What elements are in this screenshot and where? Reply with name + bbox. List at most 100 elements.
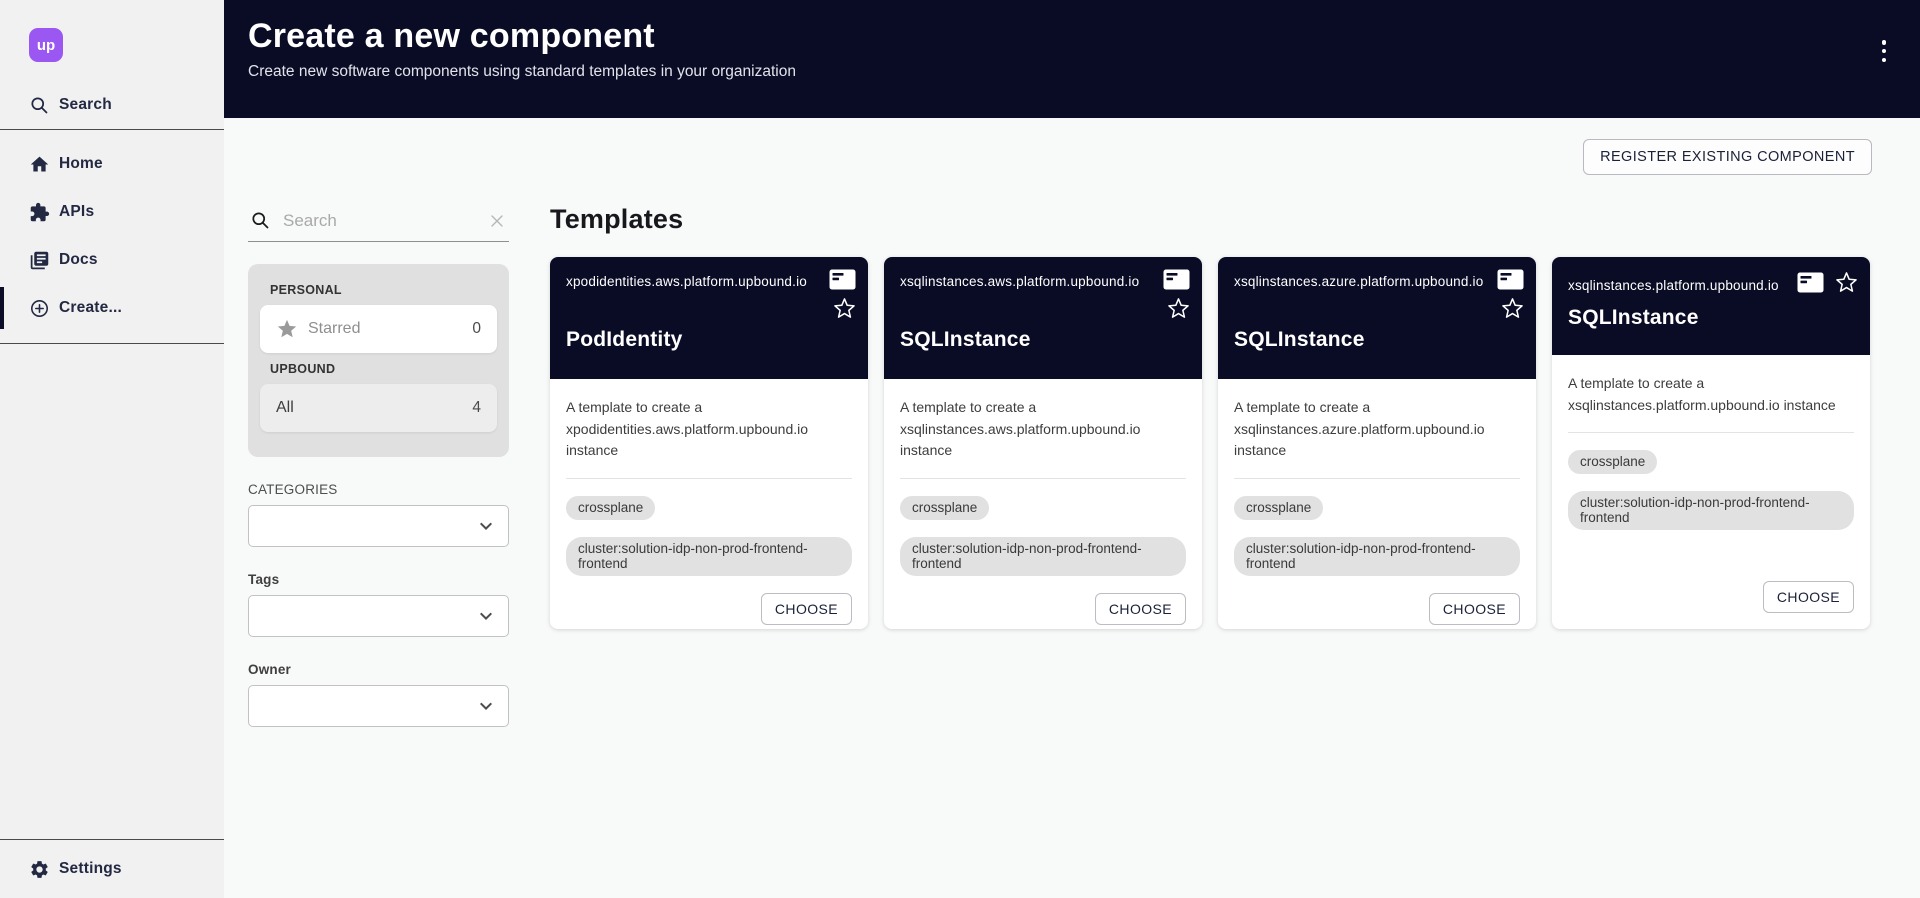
filter-select[interactable]	[248, 595, 509, 637]
template-title: SQLInstance	[1568, 306, 1854, 330]
template-type-icon	[1797, 272, 1824, 293]
search-icon	[29, 95, 50, 116]
filter-option-count: 0	[472, 320, 481, 338]
template-type-icon	[1497, 269, 1524, 290]
sidebar-item[interactable]: APIs	[0, 188, 224, 236]
card-divider	[1568, 432, 1854, 433]
card-divider	[900, 478, 1186, 479]
sidebar-item-label: Settings	[59, 860, 122, 878]
clear-search-icon[interactable]	[487, 211, 507, 231]
template-description: A template to create a xsqlinstances.azu…	[1234, 397, 1520, 462]
filter-select[interactable]	[248, 505, 509, 547]
tag-chip: cluster:solution-idp-non-prod-frontend-f…	[1568, 491, 1854, 530]
template-card: xpodidentities.aws.platform.upbound.io	[550, 257, 868, 629]
template-description: A template to create a xpodidentities.aw…	[566, 397, 852, 462]
template-card-header: xsqlinstances.azure.platform.upbound.io	[1218, 257, 1536, 379]
filter-search	[248, 204, 509, 242]
template-description: A template to create a xsqlinstances.aws…	[900, 397, 1186, 462]
filter-select[interactable]	[248, 685, 509, 727]
chevron-down-icon	[474, 604, 498, 628]
template-name: xsqlinstances.aws.platform.upbound.io	[900, 272, 1186, 291]
template-title: SQLInstance	[1234, 328, 1520, 352]
register-row: REGISTER EXISTING COMPONENT	[248, 139, 1872, 175]
filter-option-row[interactable]: Starred 0	[260, 305, 497, 353]
sidebar-spacer	[0, 344, 224, 839]
card-header-icons	[1497, 269, 1524, 320]
template-card-body: A template to create a xsqlinstances.aws…	[884, 379, 1202, 629]
card-divider	[566, 478, 852, 479]
sidebar-nav: Home APIs Docs Create...	[0, 130, 224, 343]
card-header-icons	[829, 269, 856, 320]
sidebar-item-search[interactable]: Search	[0, 81, 224, 129]
choose-button[interactable]: CHOOSE	[1429, 593, 1520, 625]
tag-chip: crossplane	[1234, 496, 1323, 520]
template-tags: crossplane cluster:solution-idp-non-prod…	[1234, 496, 1520, 593]
tag-chip: cluster:solution-idp-non-prod-frontend-f…	[900, 537, 1186, 576]
template-card-body: A template to create a xpodidentities.aw…	[550, 379, 868, 629]
template-card: xsqlinstances.platform.upbound.io	[1552, 257, 1870, 629]
app-root: up Search Home APIs	[0, 0, 1920, 898]
upbound-logo[interactable]: up	[29, 28, 63, 62]
card-header-icons	[1797, 271, 1858, 294]
gear-icon	[29, 859, 50, 880]
tag-chip: cluster:solution-idp-non-prod-frontend-f…	[1234, 537, 1520, 576]
filter-option-count: 4	[472, 399, 481, 417]
sidebar-item[interactable]: Create...	[0, 284, 224, 332]
filter-option-row[interactable]: All 4	[260, 384, 497, 432]
filter-option-label: All	[276, 399, 294, 417]
favorite-star-icon[interactable]	[1835, 271, 1858, 294]
filter-search-input[interactable]	[283, 211, 475, 231]
tag-chip: crossplane	[566, 496, 655, 520]
sidebar-item[interactable]: Home	[0, 140, 224, 188]
sidebar-item-label: Search	[59, 96, 112, 114]
sidebar-item[interactable]: Docs	[0, 236, 224, 284]
sidebar: up Search Home APIs	[0, 0, 224, 898]
favorite-star-icon[interactable]	[833, 297, 856, 320]
tag-chip: crossplane	[900, 496, 989, 520]
filter-group-label: PERSONAL	[270, 283, 497, 297]
sidebar-item-label: Home	[59, 155, 103, 173]
templates-section: Templates xpodidentities.aws.platform.up…	[550, 204, 1872, 727]
template-name: xpodidentities.aws.platform.upbound.io	[566, 272, 852, 291]
filter-select-block: Tags	[248, 572, 509, 637]
filter-select-block: CATEGORIES	[248, 482, 509, 547]
tag-chip: cluster:solution-idp-non-prod-frontend-f…	[566, 537, 852, 576]
template-name: xsqlinstances.azure.platform.upbound.io	[1234, 272, 1520, 291]
register-existing-component-button[interactable]: REGISTER EXISTING COMPONENT	[1583, 139, 1872, 175]
favorite-star-icon[interactable]	[1167, 297, 1190, 320]
template-title: PodIdentity	[566, 328, 852, 352]
favorite-star-icon[interactable]	[1501, 297, 1524, 320]
card-divider	[1234, 478, 1520, 479]
template-tags: crossplane cluster:solution-idp-non-prod…	[566, 496, 852, 593]
filter-group-label: UPBOUND	[270, 362, 497, 376]
page-header: Create a new component Create new softwa…	[224, 0, 1920, 118]
template-type-icon	[1163, 269, 1190, 290]
template-type-icon	[829, 269, 856, 290]
template-card-body: A template to create a xsqlinstances.pla…	[1552, 355, 1870, 629]
card-header-icons	[1163, 269, 1190, 320]
page-subtitle: Create new software components using sta…	[248, 63, 1896, 81]
sidebar-item-settings[interactable]: Settings	[0, 840, 122, 898]
main-column: Create a new component Create new softwa…	[224, 0, 1920, 898]
filter-select-label: Tags	[248, 572, 509, 587]
template-card: xsqlinstances.azure.platform.upbound.io	[1218, 257, 1536, 629]
logo-wrap: up	[0, 0, 224, 62]
template-title: SQLInstance	[900, 328, 1186, 352]
filter-select-label: CATEGORIES	[248, 482, 509, 497]
template-card-header: xsqlinstances.platform.upbound.io	[1552, 257, 1870, 355]
template-card-body: A template to create a xsqlinstances.azu…	[1218, 379, 1536, 629]
template-card-header: xsqlinstances.aws.platform.upbound.io	[884, 257, 1202, 379]
chevron-down-icon	[474, 694, 498, 718]
template-description: A template to create a xsqlinstances.pla…	[1568, 373, 1854, 416]
content-body: PERSONAL Starred 0	[248, 204, 1872, 727]
template-tags: crossplane cluster:solution-idp-non-prod…	[1568, 450, 1854, 547]
choose-button[interactable]: CHOOSE	[1095, 593, 1186, 625]
choose-button[interactable]: CHOOSE	[1763, 581, 1854, 613]
filters-panel: PERSONAL Starred 0	[248, 204, 509, 727]
page-title: Create a new component	[248, 17, 1896, 56]
filter-select-label: Owner	[248, 662, 509, 677]
filter-groups-card: PERSONAL Starred 0	[248, 264, 509, 457]
kebab-menu-button[interactable]	[1874, 38, 1894, 64]
template-cards-grid: xpodidentities.aws.platform.upbound.io	[550, 257, 1872, 629]
choose-button[interactable]: CHOOSE	[761, 593, 852, 625]
